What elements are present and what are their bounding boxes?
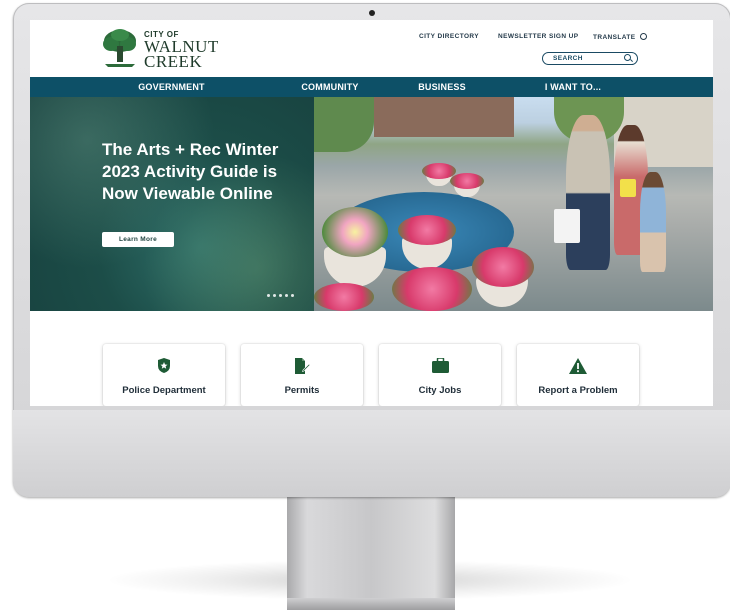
main-navigation: GOVERNMENT COMMUNITY BUSINESS I WANT TO.… <box>30 77 713 97</box>
permits-card[interactable]: Permits <box>241 344 363 406</box>
photo-flowers <box>398 215 456 245</box>
photo-flowers <box>322 207 388 257</box>
photo-person <box>640 172 666 272</box>
police-badge-icon <box>103 358 225 374</box>
carousel-dot[interactable] <box>273 294 276 297</box>
hero-carousel: The Arts + Rec Winter 2023 Activity Guid… <box>30 97 713 311</box>
carousel-indicators <box>267 294 294 297</box>
nav-i-want-to[interactable]: I WANT TO... <box>508 77 638 97</box>
monitor-stand-base <box>287 598 455 610</box>
carousel-dot[interactable] <box>291 294 294 297</box>
photo-shopping-bag <box>554 209 580 243</box>
photo-flowers <box>450 173 484 189</box>
hero-title: The Arts + Rec Winter 2023 Activity Guid… <box>102 140 279 203</box>
card-label: Police Department <box>122 385 206 396</box>
briefcase-icon <box>379 358 501 374</box>
quick-links: Police Department Permits City Jobs Repo… <box>30 311 713 406</box>
police-department-card[interactable]: Police Department <box>103 344 225 406</box>
carousel-dot[interactable] <box>267 294 270 297</box>
photo-tree <box>314 97 374 152</box>
globe-icon <box>639 33 647 40</box>
search-input[interactable]: SEARCH <box>542 52 638 65</box>
monitor-chin <box>13 410 730 497</box>
city-logo[interactable]: CITY OF WALNUT CREEK <box>102 28 222 72</box>
learn-more-button[interactable]: Learn More <box>102 232 174 247</box>
logo-wordmark: CITY OF WALNUT CREEK <box>144 30 219 71</box>
card-label: Report a Problem <box>538 385 618 396</box>
search-placeholder: SEARCH <box>553 55 583 62</box>
warning-icon <box>517 358 639 374</box>
translate-label: TRANSLATE <box>593 34 636 41</box>
photo-flowers <box>392 267 472 311</box>
photo-flowers <box>314 283 374 311</box>
photo-flowers <box>472 247 534 287</box>
walnut-tree-icon <box>103 29 136 67</box>
search-icon[interactable] <box>624 54 631 61</box>
logo-line-3: CREEK <box>144 52 203 71</box>
card-label: City Jobs <box>418 385 462 396</box>
hero-text-panel: The Arts + Rec Winter 2023 Activity Guid… <box>30 97 314 311</box>
city-jobs-card[interactable]: City Jobs <box>379 344 501 406</box>
card-label: Permits <box>284 385 320 396</box>
permit-document-icon <box>241 358 363 374</box>
hero-photo <box>314 97 713 311</box>
monitor-stand <box>287 494 455 610</box>
photo-building <box>374 97 514 137</box>
city-directory-link[interactable]: CITY DIRECTORY <box>419 33 479 40</box>
translate-link[interactable]: TRANSLATE <box>593 33 647 41</box>
browser-screen: CITY OF WALNUT CREEK CITY DIRECTORY NEWS… <box>30 20 713 406</box>
site-header: CITY OF WALNUT CREEK CITY DIRECTORY NEWS… <box>30 20 713 77</box>
carousel-dot[interactable] <box>285 294 288 297</box>
report-problem-card[interactable]: Report a Problem <box>517 344 639 406</box>
photo-person <box>566 115 610 270</box>
nav-business[interactable]: BUSINESS <box>382 77 502 97</box>
carousel-dot[interactable] <box>279 294 282 297</box>
photo-shopping-bag <box>620 179 636 197</box>
camera-icon <box>369 10 375 16</box>
nav-community[interactable]: COMMUNITY <box>270 77 390 97</box>
newsletter-link[interactable]: NEWSLETTER SIGN UP <box>498 33 579 40</box>
